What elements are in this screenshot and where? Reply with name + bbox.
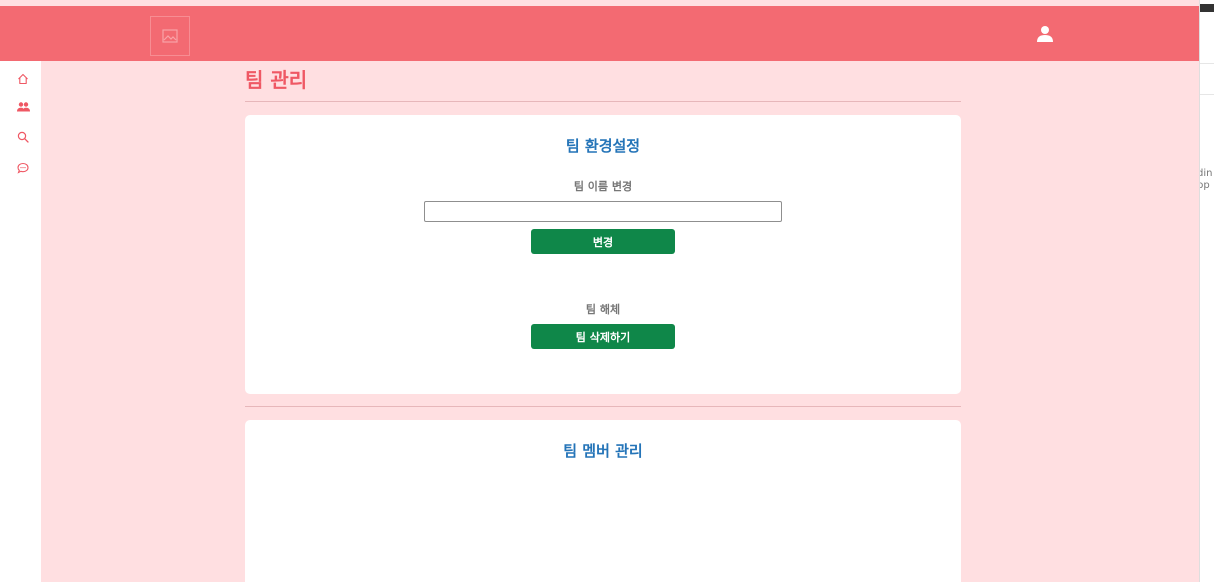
disband-team-label: 팀 해체 (585, 303, 621, 316)
team-name-input[interactable] (424, 201, 782, 222)
strip-divider (1200, 94, 1214, 95)
top-header-bar (0, 6, 1199, 61)
search-icon (17, 131, 29, 143)
broken-image-icon (162, 29, 178, 43)
adjacent-window-strip: din pp (1199, 0, 1214, 582)
team-settings-title: 팀 환경설정 (565, 137, 641, 155)
home-icon (18, 73, 28, 85)
team-icon (16, 102, 30, 112)
team-members-title: 팀 멤버 관리 (563, 442, 643, 460)
sidebar-item-chat[interactable] (16, 161, 30, 175)
rename-team-label: 팀 이름 변경 (573, 180, 633, 193)
sidebar-item-home[interactable] (16, 72, 30, 86)
change-name-button[interactable]: 변경 (531, 229, 675, 254)
page-title: 팀 관리 (245, 68, 308, 92)
delete-team-button[interactable]: 팀 삭제하기 (531, 324, 675, 349)
team-settings-card: 팀 환경설정 팀 이름 변경 변경 팀 해체 팀 삭제하기 (245, 115, 961, 394)
logo[interactable] (150, 16, 190, 56)
sidebar-item-team[interactable] (16, 100, 30, 114)
strip-divider (1200, 63, 1214, 64)
team-members-card: 팀 멤버 관리 (245, 420, 961, 582)
strip-text-line: pp (1200, 180, 1210, 191)
strip-dark-mark (1200, 4, 1214, 12)
user-profile-button[interactable] (1034, 23, 1056, 45)
chat-icon (17, 162, 29, 174)
strip-text-line: din (1200, 168, 1213, 179)
title-divider (245, 101, 961, 102)
app-window: 팀 관리 팀 환경설정 팀 이름 변경 변경 팀 해체 팀 삭제하기 팀 멤버 … (0, 0, 1199, 582)
sidebar-item-search[interactable] (16, 130, 30, 144)
section-divider (245, 406, 961, 407)
sidebar (0, 61, 41, 582)
user-icon (1037, 26, 1053, 42)
